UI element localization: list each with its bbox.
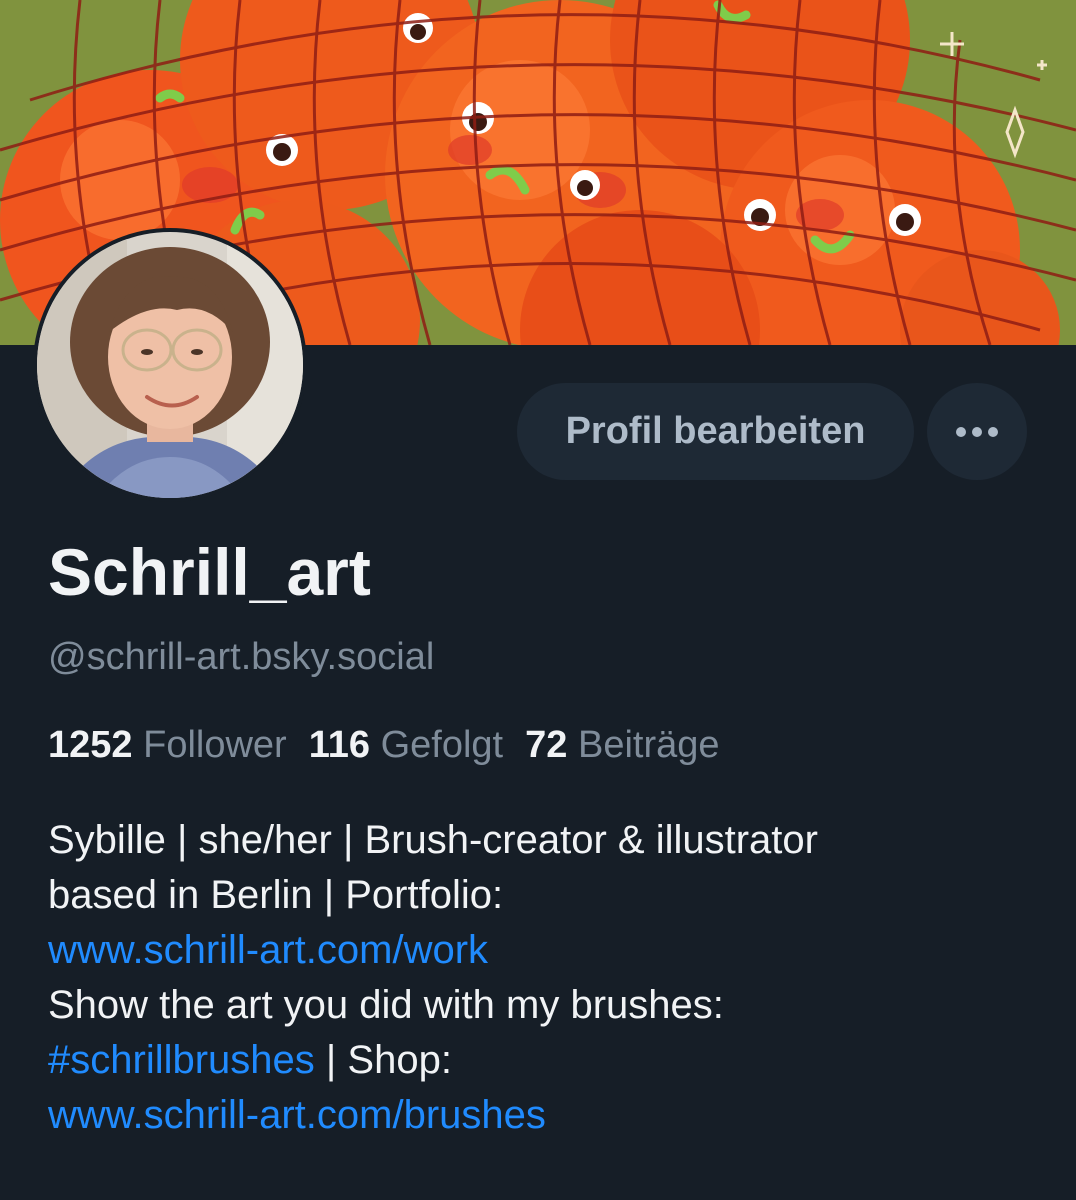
followers-label: Follower bbox=[143, 724, 287, 766]
portfolio-link[interactable]: www.schrill-art.com/work bbox=[48, 928, 488, 972]
profile-handle: @schrill-art.bsky.social bbox=[48, 636, 435, 678]
posts-label: Beiträge bbox=[577, 724, 720, 766]
profile-stats: 1252 Follower 116 Gefolgt 72 Beiträge bbox=[48, 720, 720, 770]
followers-count: 1252 bbox=[48, 724, 133, 766]
following-count: 116 bbox=[308, 724, 371, 766]
avatar-image bbox=[37, 232, 303, 498]
edit-profile-label: Profil bearbeiten bbox=[565, 410, 866, 452]
bio-line-2: based in Berlin | Portfolio: bbox=[48, 873, 504, 917]
followers-stat[interactable]: 1252 Follower bbox=[48, 724, 287, 766]
edit-profile-button[interactable]: Profil bearbeiten bbox=[517, 383, 914, 480]
posts-stat: 72 Beiträge bbox=[525, 724, 719, 766]
more-options-button[interactable] bbox=[927, 383, 1027, 480]
profile-bio: Sybille | she/her | Brush-creator & illu… bbox=[48, 813, 1048, 1143]
display-name: Schrill_art bbox=[48, 535, 371, 609]
shop-link[interactable]: www.schrill-art.com/brushes bbox=[48, 1093, 546, 1137]
shop-label: | Shop: bbox=[314, 1038, 452, 1082]
hashtag-link[interactable]: #schrillbrushes bbox=[48, 1038, 315, 1082]
avatar[interactable] bbox=[33, 228, 307, 502]
following-label: Gefolgt bbox=[380, 724, 504, 766]
bio-line-4: Show the art you did with my brushes: bbox=[48, 983, 724, 1027]
bio-line-1: Sybille | she/her | Brush-creator & illu… bbox=[48, 818, 818, 862]
following-stat[interactable]: 116 Gefolgt bbox=[309, 724, 503, 766]
more-horizontal-icon bbox=[956, 426, 998, 437]
posts-count: 72 bbox=[525, 724, 568, 766]
